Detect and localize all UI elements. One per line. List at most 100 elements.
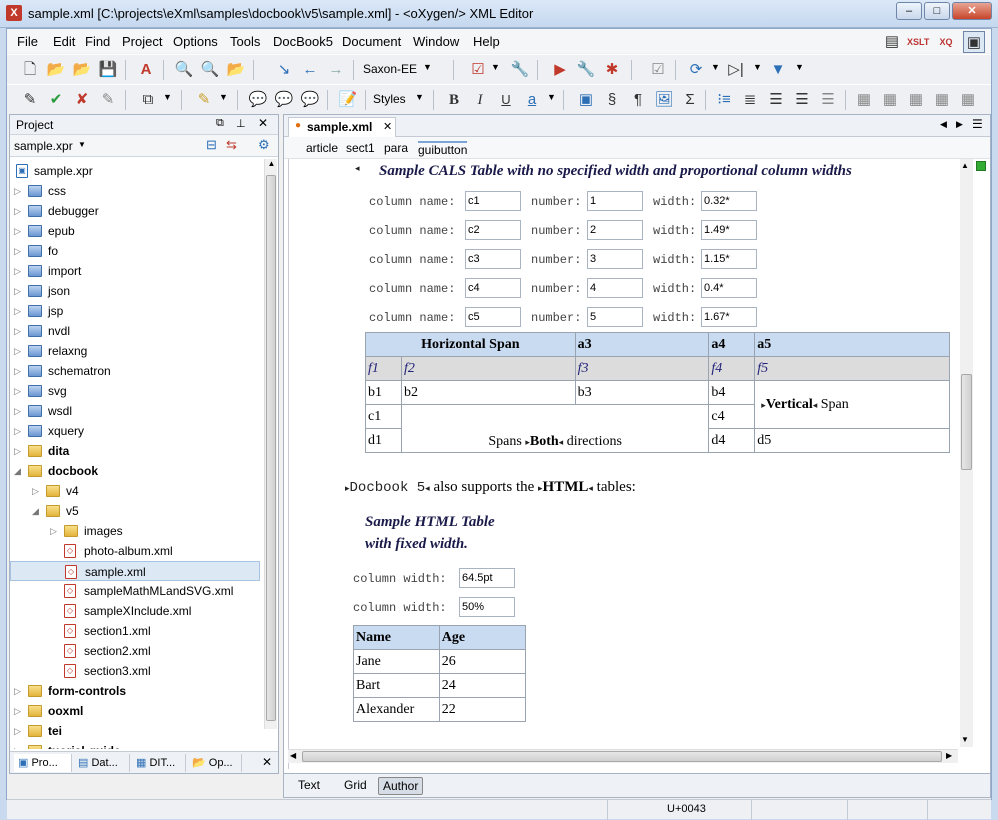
expand-arrow-icon[interactable]: ▷ xyxy=(14,681,21,701)
format-indent-icon[interactable]: ⟳ xyxy=(685,59,707,81)
number-input[interactable] xyxy=(587,191,643,211)
collapse-all-icon[interactable]: ⊟ xyxy=(206,137,217,153)
tab-list-icon[interactable]: ☰ xyxy=(972,117,983,131)
column-name-input[interactable] xyxy=(465,220,521,240)
itemized-list-icon[interactable]: ☰ xyxy=(765,89,787,111)
variable-list-icon[interactable]: ☰ xyxy=(791,89,813,111)
insert-image-icon[interactable]: 🖼 xyxy=(653,89,675,111)
xpath-icon[interactable]: ▷| xyxy=(725,59,747,81)
chevron-down-icon[interactable]: ▼ xyxy=(163,92,172,102)
chevron-down-icon[interactable]: ▼ xyxy=(415,92,424,102)
cell-f5[interactable]: f5 xyxy=(754,356,950,381)
tree-item[interactable]: ▷ nvdl xyxy=(10,321,260,341)
expand-arrow-icon[interactable]: ▷ xyxy=(14,321,21,341)
forward-icon[interactable]: → xyxy=(325,59,347,81)
tree-item[interactable]: ◇ photo-album.xml xyxy=(10,541,260,561)
delete-row-icon[interactable]: ▦ xyxy=(931,89,953,111)
tree-item[interactable]: ◇ section3.xml xyxy=(10,661,260,681)
layout-icon[interactable]: ▤ xyxy=(881,31,903,53)
number-input[interactable] xyxy=(587,278,643,298)
chevron-down-icon[interactable]: ▼ xyxy=(78,140,86,149)
close-panel-icon[interactable]: ✕ xyxy=(262,755,272,769)
cell-vertical-span[interactable]: ▸Vertical◂ Span xyxy=(754,380,950,429)
column-name-input[interactable] xyxy=(465,307,521,327)
tree-item[interactable]: ▷ schematron xyxy=(10,361,260,381)
cell-a5[interactable]: a5 xyxy=(754,332,950,357)
cell-f3[interactable]: f3 xyxy=(574,356,710,381)
accept-change-icon[interactable]: ✔ xyxy=(45,89,67,111)
delete-column-icon[interactable]: ▦ xyxy=(957,89,979,111)
expand-arrow-icon[interactable]: ▷ xyxy=(14,221,21,241)
cell-f4[interactable]: f4 xyxy=(708,356,756,381)
find-files-icon[interactable]: 🔍 xyxy=(199,59,221,81)
cell-a4[interactable]: a4 xyxy=(708,332,756,357)
reject-change-icon[interactable]: ✘ xyxy=(71,89,93,111)
comment-change-icon[interactable]: ✎ xyxy=(97,89,119,111)
tab-open-find[interactable]: 📂 Op... xyxy=(188,754,242,772)
debug-transform-icon[interactable]: ✱ xyxy=(601,59,623,81)
width-input[interactable] xyxy=(701,249,757,269)
tree-item[interactable]: ▷ jsp xyxy=(10,301,260,321)
cell-horizontal-span[interactable]: Horizontal Span xyxy=(365,332,576,357)
tree-item[interactable]: ▷ import xyxy=(10,261,260,281)
tree-item-root[interactable]: ▣ sample.xpr xyxy=(10,161,260,181)
expand-arrow-icon[interactable]: ▷ xyxy=(14,201,21,221)
tree-item[interactable]: ◇ sample.xml xyxy=(10,561,260,581)
restore-panel-icon[interactable]: ⧉ xyxy=(216,117,224,130)
tree-item[interactable]: ▷ debugger xyxy=(10,201,260,221)
expand-arrow-icon[interactable]: ▷ xyxy=(50,521,57,541)
tree-item[interactable]: ▷ svg xyxy=(10,381,260,401)
tree-item[interactable]: ◢ v5 xyxy=(10,501,260,521)
configure-validation-icon[interactable]: 🔧 xyxy=(509,59,531,81)
styles-select[interactable]: Styles xyxy=(373,92,406,106)
scroll-tabs-left-icon[interactable]: ◀ xyxy=(940,119,947,130)
menu-document[interactable]: Document xyxy=(342,34,401,49)
open-folder-icon[interactable]: 📂 xyxy=(225,59,247,81)
insert-list-item-icon[interactable]: ⁝≡ xyxy=(713,89,735,111)
insert-table-icon[interactable]: ▦ xyxy=(853,89,875,111)
find-icon[interactable]: 🔍 xyxy=(173,59,195,81)
html-header-age[interactable]: Age xyxy=(438,625,527,650)
open-url-icon[interactable]: 📂 xyxy=(71,59,93,81)
expand-arrow-icon[interactable]: ▷ xyxy=(14,301,21,321)
expand-arrow-icon[interactable]: ▷ xyxy=(14,421,21,441)
width-input[interactable] xyxy=(701,191,757,211)
link-with-editor-icon[interactable]: ⇆ xyxy=(226,137,237,153)
cals-table[interactable]: Horizontal Span a3 a4 a5 f1 f2 f3 f4 f5 … xyxy=(365,332,950,453)
width-input[interactable] xyxy=(701,307,757,327)
column-name-input[interactable] xyxy=(465,249,521,269)
chevron-down-icon[interactable]: ▼ xyxy=(491,62,500,72)
expand-arrow-icon[interactable]: ▷ xyxy=(14,361,21,381)
width-input[interactable] xyxy=(701,278,757,298)
crumb-guibutton[interactable]: guibutton xyxy=(418,141,468,157)
menu-window[interactable]: Window xyxy=(413,34,459,49)
menu-project[interactable]: Project xyxy=(122,34,162,49)
docbook-para[interactable]: ▸Docbook 5◂ also supports the ▸HTML◂ tab… xyxy=(345,479,636,496)
cell-c1[interactable]: c1 xyxy=(365,404,402,429)
crumb-sect1[interactable]: sect1 xyxy=(346,141,375,155)
cell-b1[interactable]: b1 xyxy=(365,380,402,405)
author-document[interactable]: Sample CALS Table with no specified widt… xyxy=(288,159,958,769)
cell-b3[interactable]: b3 xyxy=(574,380,710,405)
add-comment-icon[interactable]: 💬 xyxy=(247,89,269,111)
cell-c4[interactable]: c4 xyxy=(708,404,756,429)
tree-item[interactable]: ◇ sampleMathMLandSVG.xml xyxy=(10,581,260,601)
cell-b2[interactable]: b2 xyxy=(400,380,576,405)
html-cell[interactable]: Alexander xyxy=(353,697,440,722)
menu-options[interactable]: Options xyxy=(173,34,218,49)
xslt-debugger-icon[interactable]: XSLT xyxy=(907,31,929,53)
xquery-debugger-icon[interactable]: XQ xyxy=(935,31,957,53)
cell-f1[interactable]: f1 xyxy=(365,356,402,381)
chevron-down-icon[interactable]: ▼ xyxy=(711,62,720,72)
collapse-arrow-icon[interactable]: ◢ xyxy=(14,461,21,481)
mode-tab-text[interactable]: Text xyxy=(294,777,324,795)
crumb-article[interactable]: article xyxy=(306,141,338,155)
column-name-input[interactable] xyxy=(465,191,521,211)
expand-arrow-icon[interactable]: ▷ xyxy=(14,261,21,281)
minimize-button[interactable]: – xyxy=(896,2,922,20)
check-form-icon[interactable]: ☑ xyxy=(647,59,669,81)
settings-gear-icon[interactable]: ⚙ xyxy=(258,137,270,153)
italic-icon[interactable]: I xyxy=(469,89,491,111)
cell-b4[interactable]: b4 xyxy=(708,380,756,405)
tree-item[interactable]: ▷ tei xyxy=(10,721,260,741)
